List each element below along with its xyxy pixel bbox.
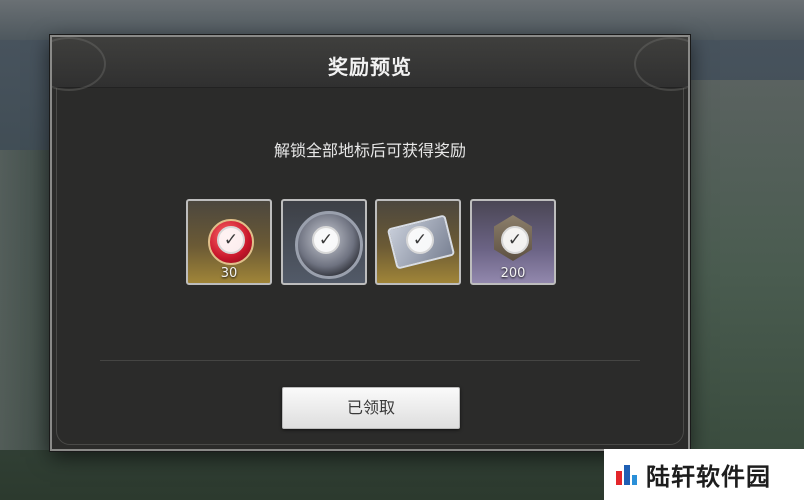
reward-condition-text: 解锁全部地标后可获得奖励 bbox=[273, 141, 466, 160]
claimed-check-icon: ✓ bbox=[217, 226, 245, 254]
reward-item-gear-emblem[interactable]: ✓ bbox=[281, 199, 367, 285]
reward-quantity: 200 bbox=[500, 266, 526, 281]
background-top bbox=[0, 0, 804, 40]
dialog-title: 奖励预览 bbox=[328, 55, 412, 79]
divider bbox=[100, 360, 640, 361]
claimed-check-icon: ✓ bbox=[312, 226, 340, 254]
background-right bbox=[686, 80, 804, 460]
title-bar: 奖励预览 bbox=[52, 37, 688, 91]
watermark-text: 陆轩软件园 bbox=[646, 463, 771, 491]
reward-item-card[interactable]: ✓ bbox=[375, 199, 461, 285]
claimed-check-icon: ✓ bbox=[406, 226, 434, 254]
reward-quantity: 30 bbox=[220, 266, 238, 281]
watermark-logo-icon bbox=[614, 463, 638, 487]
watermark: 陆轩软件园 bbox=[604, 449, 804, 500]
reward-item-red-medal[interactable]: ✓ 30 bbox=[186, 199, 272, 285]
reward-list: ✓ 30 ✓ ✓ ✓ 200 bbox=[186, 199, 558, 287]
claimed-button[interactable]: 已领取 bbox=[282, 387, 460, 429]
reward-preview-dialog: 奖励预览 解锁全部地标后可获得奖励 ✓ 30 ✓ ✓ ✓ 200 已领取 bbox=[50, 35, 690, 451]
reward-item-badge[interactable]: ✓ 200 bbox=[470, 199, 556, 285]
claimed-check-icon: ✓ bbox=[501, 226, 529, 254]
